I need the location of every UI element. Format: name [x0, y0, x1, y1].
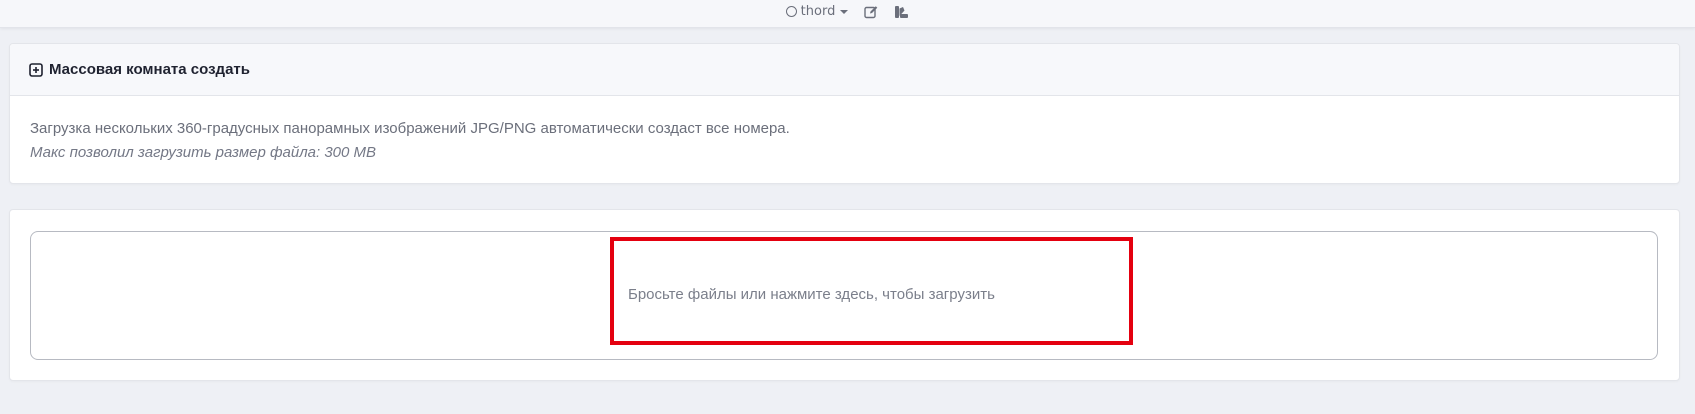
caret-down-icon	[840, 9, 849, 14]
max-file-size-note: Макс позволил загрузить размер файла: 30…	[30, 144, 377, 161]
edit-icon[interactable]	[864, 5, 878, 19]
card-title: Массовая комната создать	[49, 61, 250, 78]
bulk-create-card: Массовая комната создать Загрузка нескол…	[9, 43, 1680, 184]
upload-description: Загрузка нескольких 360-градусных панора…	[30, 120, 790, 137]
plus-square-icon	[29, 62, 43, 77]
user-menu-group: thord	[785, 4, 910, 19]
username-label: thord	[800, 4, 836, 19]
palette-icon[interactable]	[894, 5, 909, 19]
status-circle-icon	[785, 6, 797, 17]
user-dropdown-toggle[interactable]: thord	[785, 4, 849, 19]
bulk-create-card-header: Массовая комната создать	[10, 44, 1679, 96]
highlight-box	[610, 237, 1133, 345]
top-bar: thord	[0, 0, 1695, 28]
bulk-create-card-body: Загрузка нескольких 360-градусных панора…	[10, 96, 1679, 165]
